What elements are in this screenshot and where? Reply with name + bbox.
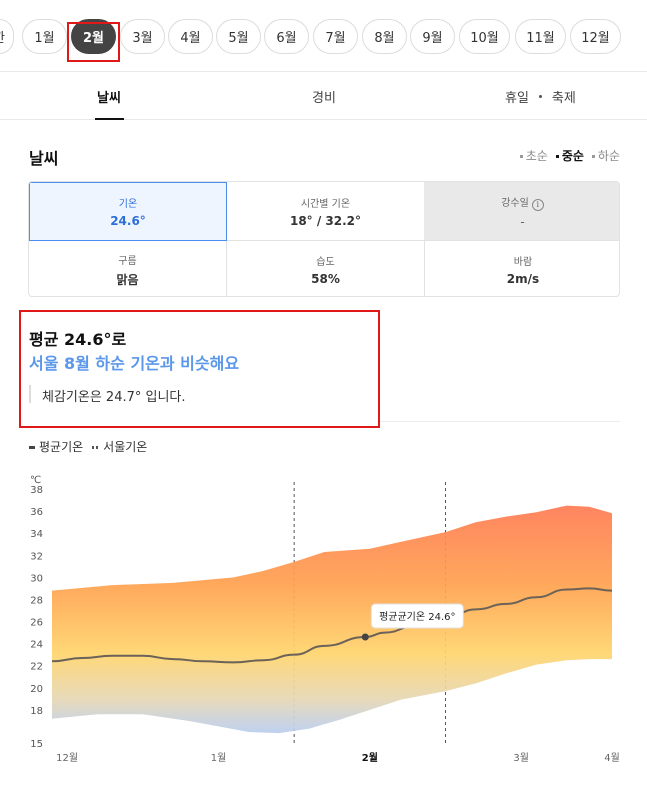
- month-chip-5[interactable]: 5월: [216, 19, 261, 54]
- stat-wind[interactable]: 바람 2m/s: [425, 241, 619, 296]
- stat-value: 18° / 32.2°: [289, 213, 362, 228]
- legend-item-average: 평균기온: [29, 438, 83, 455]
- weather-stats-grid: 강수일 i - 기온 24.6° 시간별 기온 18° / 32.2° 구름 맑음…: [28, 181, 620, 297]
- x-tick-label: 3월: [513, 752, 529, 764]
- y-tick-label: 15: [30, 739, 43, 750]
- y-tick-label: 20: [30, 684, 43, 695]
- month-chip-4[interactable]: 4월: [168, 19, 213, 54]
- month-chip-1[interactable]: 1월: [22, 19, 67, 54]
- tooltip-label: 평균균기온 24.6°: [379, 611, 455, 623]
- tab-holiday-festival[interactable]: 휴일 축제: [505, 72, 576, 120]
- temperature-chart: ℃15182022242628303234363812월 1월 2월 3월 4월 평균균…: [30, 475, 620, 764]
- month-chip-9[interactable]: 9월: [410, 19, 455, 54]
- month-chip-8[interactable]: 8월: [362, 19, 407, 54]
- month-chip-12[interactable]: 12월: [570, 19, 621, 54]
- legend-item-seoul[interactable]: 서울기온: [92, 438, 147, 455]
- tab-weather[interactable]: 날씨: [97, 72, 121, 120]
- summary-feels-like: 체감기온은 24.7° 입니다.: [42, 390, 186, 405]
- y-tick-label: 34: [30, 529, 43, 540]
- separator-dot: [538, 94, 542, 98]
- tab-holiday-label: 휴일: [505, 90, 529, 106]
- info-icon[interactable]: i: [531, 198, 544, 211]
- stat-value: 맑음: [116, 272, 139, 287]
- stat-value: 24.6°: [110, 214, 146, 228]
- tab-cost[interactable]: 경비: [312, 72, 336, 120]
- y-tick-label: 22: [30, 662, 43, 673]
- average-point[interactable]: [361, 633, 369, 641]
- month-chip-prev[interactable]: 한: [0, 19, 14, 54]
- chart-legend: 평균기온 서울기온: [29, 438, 147, 455]
- season-option-mid[interactable]: 중순: [555, 147, 584, 164]
- stat-label: 습도: [316, 257, 335, 268]
- month-chip-6[interactable]: 6월: [264, 19, 309, 54]
- temperature-range-band: [52, 505, 612, 734]
- y-tick-label: 38: [30, 485, 43, 496]
- x-tick-label: 12월: [56, 752, 78, 764]
- stat-label: 강수일: [501, 197, 529, 209]
- stat-humidity[interactable]: 습도 58%: [227, 241, 424, 296]
- season-selector: 초순 중순 하순: [519, 147, 620, 164]
- summary-comparison: 서울 8월 하순 기온과 비슷해요: [29, 354, 240, 373]
- y-tick-label: 26: [30, 618, 43, 629]
- x-tick-label: 2월: [362, 752, 378, 764]
- y-tick-label: 24: [30, 640, 43, 651]
- stat-value: -: [520, 214, 525, 229]
- y-tick-label: 28: [30, 595, 43, 606]
- stat-label: 구름: [118, 255, 137, 267]
- summary-average: 평균 24.6°로: [29, 330, 127, 349]
- section-tabs: 날씨 경비 휴일 축제: [0, 72, 647, 120]
- x-tick-label: 1월: [211, 752, 227, 764]
- season-option-late[interactable]: 하순: [591, 147, 620, 164]
- month-chip-10[interactable]: 10월: [459, 19, 510, 54]
- stat-rain-days[interactable]: 강수일 i -: [424, 182, 619, 240]
- stat-label: 바람: [513, 257, 533, 268]
- stat-value: 58%: [311, 272, 340, 286]
- y-tick-label: 18: [30, 706, 43, 717]
- month-highlight-box: [67, 22, 120, 62]
- month-chip-11[interactable]: 11월: [515, 19, 566, 54]
- stat-hourly-temp[interactable]: 시간별 기온 18° / 32.2°: [227, 182, 424, 240]
- stat-label: 기온: [118, 199, 138, 210]
- x-tick-label: 4월: [604, 752, 620, 764]
- y-tick-label: 32: [30, 551, 43, 562]
- stat-label: 시간별 기온: [300, 198, 351, 210]
- y-tick-label: 36: [30, 507, 43, 518]
- weather-section-title: 날씨: [29, 149, 59, 168]
- month-chip-7[interactable]: 7월: [313, 19, 358, 54]
- active-tab-indicator: [95, 118, 124, 120]
- stat-value: 2m/s: [506, 272, 540, 286]
- stat-cloud[interactable]: 구름 맑음: [29, 241, 226, 296]
- section-divider: [380, 421, 620, 422]
- quote-bar: [29, 385, 31, 403]
- month-chip-3[interactable]: 3월: [120, 19, 165, 54]
- tab-festival-label: 축제: [551, 90, 576, 106]
- stat-temperature[interactable]: 기온 24.6°: [29, 182, 227, 241]
- y-tick-label: 30: [30, 573, 43, 584]
- season-option-early[interactable]: 초순: [519, 147, 548, 164]
